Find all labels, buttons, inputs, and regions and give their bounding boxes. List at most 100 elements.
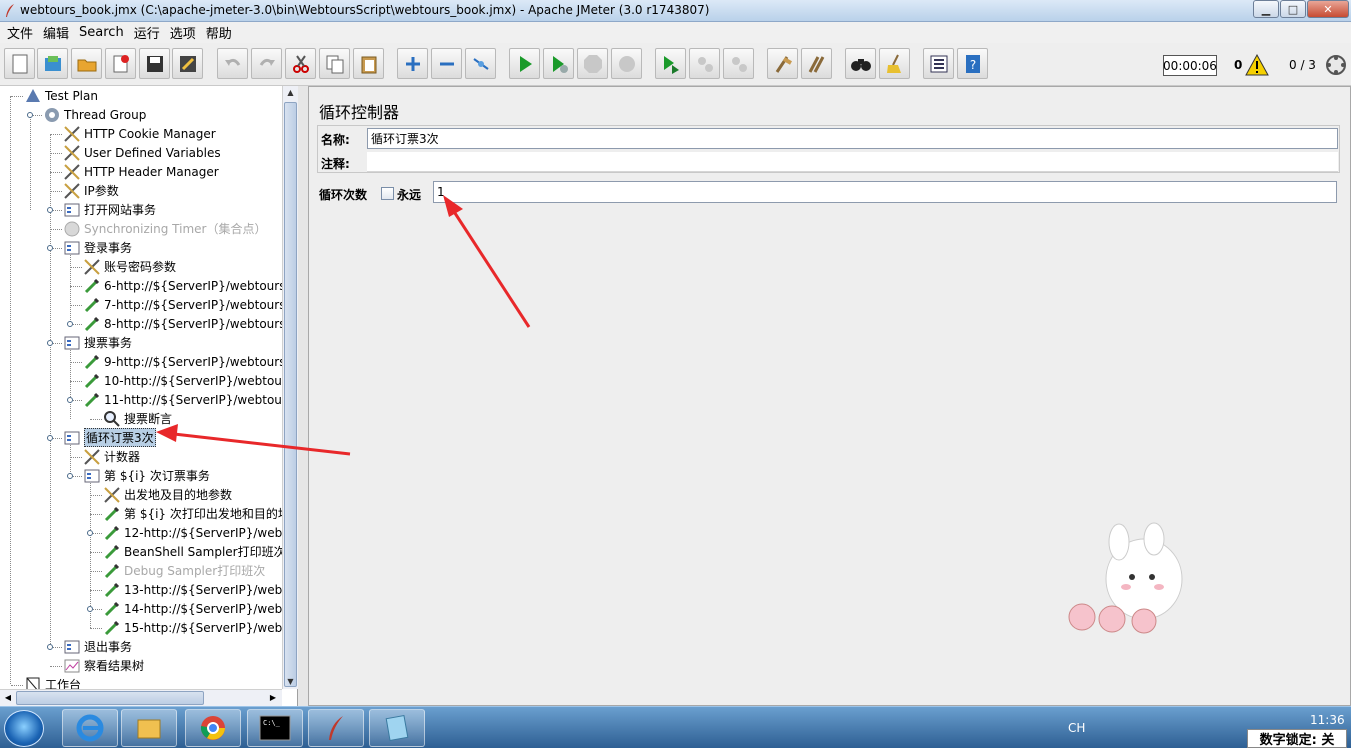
- clear-icon[interactable]: [767, 48, 798, 79]
- tree-item[interactable]: BeanShell Sampler打印班次: [103, 542, 286, 561]
- tree-item[interactable]: Synchronizing Timer（集合点）: [63, 219, 266, 238]
- redo-icon[interactable]: [251, 48, 282, 79]
- remote-shutdown-icon[interactable]: [723, 48, 754, 79]
- start-no-pauses-icon[interactable]: [543, 48, 574, 79]
- ime-indicator[interactable]: CH: [1068, 721, 1085, 735]
- tree-item[interactable]: 计数器: [83, 447, 140, 466]
- tree-item[interactable]: 7-http://${ServerIP}/webtours/nav: [83, 295, 312, 314]
- scroll-down-arrow-icon[interactable]: ▼: [283, 675, 298, 689]
- tree-item[interactable]: 12-http://${ServerIP}/webtour: [103, 523, 307, 542]
- clear-all-icon[interactable]: [801, 48, 832, 79]
- cut-icon[interactable]: [285, 48, 316, 79]
- open-icon[interactable]: [71, 48, 102, 79]
- tree-item[interactable]: Thread Group: [43, 105, 146, 124]
- tree-item[interactable]: 账号密码参数: [83, 257, 176, 276]
- menu-file[interactable]: 文件: [4, 23, 40, 42]
- tree-item[interactable]: 搜票事务: [63, 333, 132, 352]
- save-icon[interactable]: [139, 48, 170, 79]
- help-icon[interactable]: ?: [957, 48, 988, 79]
- tree-toggle-icon[interactable]: [47, 245, 53, 251]
- cmd-icon[interactable]: C:\_: [247, 709, 303, 747]
- scroll-up-arrow-icon[interactable]: ▲: [283, 86, 298, 100]
- templates-icon[interactable]: [37, 48, 68, 79]
- save-as-icon[interactable]: [172, 48, 203, 79]
- tree-item[interactable]: 第 ${i} 次打印出发地和目的地: [103, 504, 290, 523]
- notepad-icon[interactable]: [369, 709, 425, 747]
- tree-item[interactable]: 第 ${i} 次订票事务: [83, 466, 210, 485]
- tree-item[interactable]: 15-http://${ServerIP}/webtour: [103, 618, 307, 637]
- toggle-icon[interactable]: [465, 48, 496, 79]
- tree-item[interactable]: 察看结果树: [63, 656, 144, 675]
- scroll-h-thumb[interactable]: [16, 691, 204, 705]
- minimize-button[interactable]: ▁: [1253, 0, 1279, 18]
- tree-item[interactable]: 6-http://${ServerIP}/webtours/log: [83, 276, 308, 295]
- menu-search[interactable]: Search: [76, 25, 131, 40]
- undo-icon[interactable]: [217, 48, 248, 79]
- tree-toggle-icon[interactable]: [67, 473, 73, 479]
- close-file-icon[interactable]: [105, 48, 136, 79]
- scroll-right-arrow-icon[interactable]: ▶: [266, 690, 280, 706]
- tree-toggle-icon[interactable]: [27, 112, 33, 118]
- function-helper-icon[interactable]: [923, 48, 954, 79]
- tree-item[interactable]: 13-http://${ServerIP}/webtour: [103, 580, 307, 599]
- new-icon[interactable]: [4, 48, 35, 79]
- tree-vertical-scrollbar[interactable]: ▲ ▼: [282, 86, 298, 689]
- tree-item[interactable]: 登录事务: [63, 238, 132, 257]
- tree-item[interactable]: 14-http://${ServerIP}/webtour: [103, 599, 307, 618]
- maximize-button[interactable]: □: [1280, 0, 1306, 18]
- tree-item[interactable]: User Defined Variables: [63, 143, 221, 162]
- paste-icon[interactable]: [353, 48, 384, 79]
- tree-toggle-icon[interactable]: [67, 397, 73, 403]
- tree-item[interactable]: Test Plan: [24, 86, 98, 105]
- jmeter-task-icon[interactable]: [308, 709, 364, 747]
- tree-toggle-icon[interactable]: [47, 644, 53, 650]
- remote-stop-icon[interactable]: [689, 48, 720, 79]
- scroll-thumb[interactable]: [284, 102, 297, 687]
- explorer-icon[interactable]: [121, 709, 177, 747]
- tree-item[interactable]: 退出事务: [63, 637, 132, 656]
- pane-splitter[interactable]: [298, 86, 308, 706]
- tree-toggle-icon[interactable]: [87, 606, 93, 612]
- tree-item[interactable]: 循环订票3次: [63, 428, 156, 447]
- tree-item[interactable]: HTTP Header Manager: [63, 162, 219, 181]
- tree-toggle-icon[interactable]: [47, 435, 53, 441]
- start-button[interactable]: [4, 710, 44, 747]
- tree-item[interactable]: 8-http://${ServerIP}/webtours/log: [83, 314, 308, 333]
- remote-start-icon[interactable]: [655, 48, 686, 79]
- warning-icon[interactable]: [1245, 54, 1269, 76]
- tree-toggle-icon[interactable]: [47, 207, 53, 213]
- search-binoculars-icon[interactable]: [845, 48, 876, 79]
- tree-toggle-icon[interactable]: [67, 321, 73, 327]
- tree-item[interactable]: Debug Sampler打印班次: [103, 561, 265, 580]
- start-icon[interactable]: [509, 48, 540, 79]
- copy-icon[interactable]: [319, 48, 350, 79]
- tree-item[interactable]: 10-http://${ServerIP}/webtours/na: [83, 371, 312, 390]
- tree-item[interactable]: 出发地及目的地参数: [103, 485, 232, 504]
- loop-count-input[interactable]: 1: [433, 181, 1337, 203]
- tree-item[interactable]: IP参数: [63, 181, 119, 200]
- tree-toggle-icon[interactable]: [47, 340, 53, 346]
- collapse-all-icon[interactable]: [431, 48, 462, 79]
- name-input[interactable]: 循环订票3次: [367, 128, 1338, 149]
- menu-options[interactable]: 选项: [167, 23, 203, 42]
- forever-checkbox[interactable]: [381, 187, 394, 200]
- clock[interactable]: 11:36: [1310, 713, 1345, 727]
- tree-toggle-icon[interactable]: [87, 530, 93, 536]
- close-button[interactable]: ✕: [1307, 0, 1349, 18]
- reset-search-broom-icon[interactable]: [879, 48, 910, 79]
- comment-input[interactable]: [367, 152, 1338, 172]
- tree-item[interactable]: 9-http://${ServerIP}/webtours/wel: [83, 352, 310, 371]
- scroll-left-arrow-icon[interactable]: ◀: [1, 690, 15, 706]
- menu-edit[interactable]: 编辑: [40, 23, 76, 42]
- ie-icon[interactable]: [62, 709, 118, 747]
- tree-horizontal-scrollbar[interactable]: ◀ ▶: [0, 689, 282, 706]
- tree-item[interactable]: HTTP Cookie Manager: [63, 124, 216, 143]
- menu-run[interactable]: 运行: [131, 23, 167, 42]
- expand-all-icon[interactable]: [397, 48, 428, 79]
- tree-item[interactable]: 11-http://${ServerIP}/webtours/re: [83, 390, 309, 409]
- shutdown-icon[interactable]: [611, 48, 642, 79]
- chrome-icon[interactable]: [185, 709, 241, 747]
- tree-item[interactable]: 打开网站事务: [63, 200, 156, 219]
- stop-icon[interactable]: [577, 48, 608, 79]
- menu-help[interactable]: 帮助: [203, 23, 239, 42]
